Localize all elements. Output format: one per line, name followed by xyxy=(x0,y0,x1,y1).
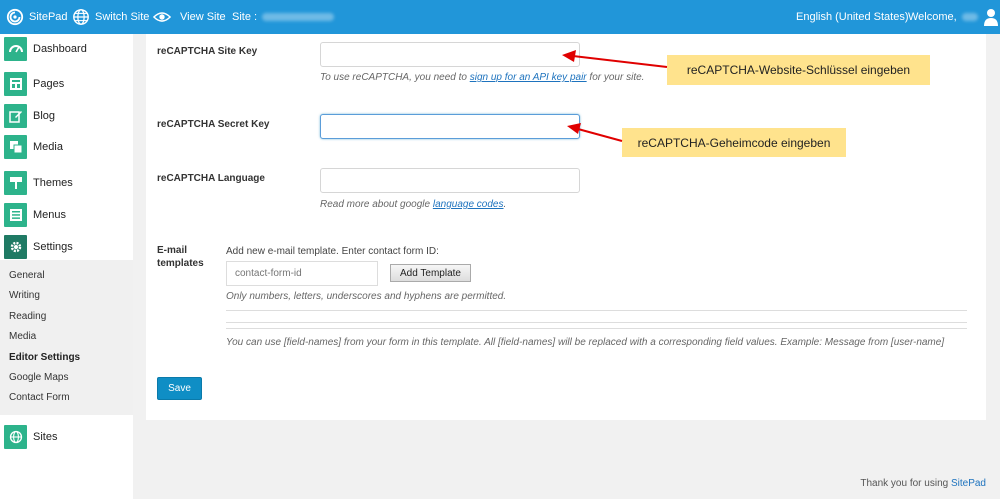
user-menu[interactable]: Welcome, xyxy=(908,0,999,34)
submenu-item-media[interactable]: Media xyxy=(9,331,36,342)
sidebar-item-label: Blog xyxy=(33,110,56,122)
top-bar: SitePad Switch Site View Site Site : Eng… xyxy=(0,0,1000,34)
media-icon xyxy=(4,135,27,159)
view-site-label: View Site xyxy=(180,11,226,23)
blog-icon xyxy=(4,104,27,128)
sidebar-item-label: Menus xyxy=(33,209,67,221)
sidebar-item-media[interactable]: Media xyxy=(0,132,133,162)
settings-panel: reCAPTCHA Site Key To use reCAPTCHA, you… xyxy=(146,34,986,420)
language-help-suffix: . xyxy=(503,199,507,210)
site-key-input[interactable] xyxy=(320,42,580,67)
sidebar-item-label: Media xyxy=(33,141,63,153)
username-redacted xyxy=(961,13,978,21)
sidebar-item-menus[interactable]: Menus xyxy=(0,200,133,230)
submenu-item-contact-form[interactable]: Contact Form xyxy=(9,392,70,403)
settings-submenu: General Writing Reading Media Editor Set… xyxy=(0,260,133,415)
submenu-item-writing[interactable]: Writing xyxy=(9,290,40,301)
sidebar-item-dashboard[interactable]: Dashboard xyxy=(0,34,133,64)
sidebar-item-label: Themes xyxy=(33,177,73,189)
themes-icon xyxy=(4,171,27,195)
site-key-help-text: To use reCAPTCHA, you need to xyxy=(320,72,467,83)
email-template-note: Only numbers, letters, underscores and h… xyxy=(226,291,507,302)
secret-key-label: reCAPTCHA Secret Key xyxy=(157,119,270,130)
switch-site-link[interactable]: Switch Site xyxy=(72,0,149,34)
footer-text: Thank you for using xyxy=(860,478,949,489)
sidebar-item-themes[interactable]: Themes xyxy=(0,168,133,198)
divider xyxy=(226,310,967,311)
brand-name: SitePad xyxy=(29,11,68,23)
sidebar-item-blog[interactable]: Blog xyxy=(0,101,133,131)
language-input[interactable] xyxy=(320,168,580,193)
sidebar-item-label: Dashboard xyxy=(33,43,87,55)
pages-icon xyxy=(4,72,27,96)
email-templates-label-line2: templates xyxy=(157,258,204,269)
brand-link[interactable]: SitePad xyxy=(6,0,68,34)
site-key-label: reCAPTCHA Site Key xyxy=(157,46,258,57)
switch-site-label: Switch Site xyxy=(95,11,150,23)
sidebar: Dashboard Pages Blog Media Themes Menus … xyxy=(0,34,133,499)
submenu-item-google-maps[interactable]: Google Maps xyxy=(9,372,68,383)
site-label: Site : xyxy=(232,11,258,23)
secret-key-input[interactable] xyxy=(320,114,580,139)
site-name-redacted xyxy=(262,13,335,21)
view-site-link[interactable]: View Site xyxy=(153,0,226,34)
submenu-item-reading[interactable]: Reading xyxy=(9,311,46,322)
language-help: Read more about google language codes. xyxy=(320,199,506,210)
globe-icon xyxy=(73,9,89,25)
submenu-item-general[interactable]: General xyxy=(9,270,45,281)
sidebar-item-label: Pages xyxy=(33,78,65,90)
user-icon xyxy=(983,9,998,26)
divider xyxy=(226,322,967,323)
email-template-info: You can use [field-names] from your form… xyxy=(226,337,945,348)
settings-icon xyxy=(4,235,27,259)
save-button[interactable]: Save xyxy=(157,377,202,400)
menus-icon xyxy=(4,203,27,227)
submenu-item-editor-settings[interactable]: Editor Settings xyxy=(9,352,80,363)
site-key-callout: reCAPTCHA-Website-Schlüssel eingeben xyxy=(667,55,930,85)
eye-icon xyxy=(153,12,171,22)
site-key-help: To use reCAPTCHA, you need to sign up fo… xyxy=(320,72,644,83)
api-key-signup-link[interactable]: sign up for an API key pair xyxy=(470,72,587,83)
language-label: English (United States) xyxy=(796,11,909,23)
contact-form-id-input[interactable] xyxy=(226,261,378,286)
language-help-text: Read more about google xyxy=(320,199,431,210)
footer-sitepad-link[interactable]: SitePad xyxy=(951,478,986,489)
dashboard-icon xyxy=(4,37,27,61)
language-selector[interactable]: English (United States) xyxy=(796,0,909,34)
email-templates-label-line1: E-mail xyxy=(157,245,188,256)
language-codes-link[interactable]: language codes xyxy=(433,199,504,210)
sidebar-item-settings[interactable]: Settings xyxy=(0,232,133,262)
add-template-button[interactable]: Add Template xyxy=(390,264,471,282)
site-key-help-suffix: for your site. xyxy=(589,72,645,83)
sidebar-item-sites[interactable]: Sites xyxy=(0,422,133,452)
welcome-label: Welcome, xyxy=(908,11,957,23)
sitepad-logo-icon xyxy=(6,8,24,26)
sidebar-item-pages[interactable]: Pages xyxy=(0,69,133,99)
sidebar-item-label: Settings xyxy=(33,241,73,253)
sites-icon xyxy=(4,425,27,449)
divider xyxy=(226,328,967,329)
email-templates-label: E-mail templates xyxy=(157,244,204,270)
language-label: reCAPTCHA Language xyxy=(157,173,265,184)
email-template-intro: Add new e-mail template. Enter contact f… xyxy=(226,246,439,257)
site-indicator: Site : xyxy=(232,0,335,34)
sidebar-item-label: Sites xyxy=(33,431,58,443)
secret-key-callout: reCAPTCHA-Geheimcode eingeben xyxy=(622,128,846,157)
footer: Thank you for using SitePad xyxy=(860,478,986,489)
